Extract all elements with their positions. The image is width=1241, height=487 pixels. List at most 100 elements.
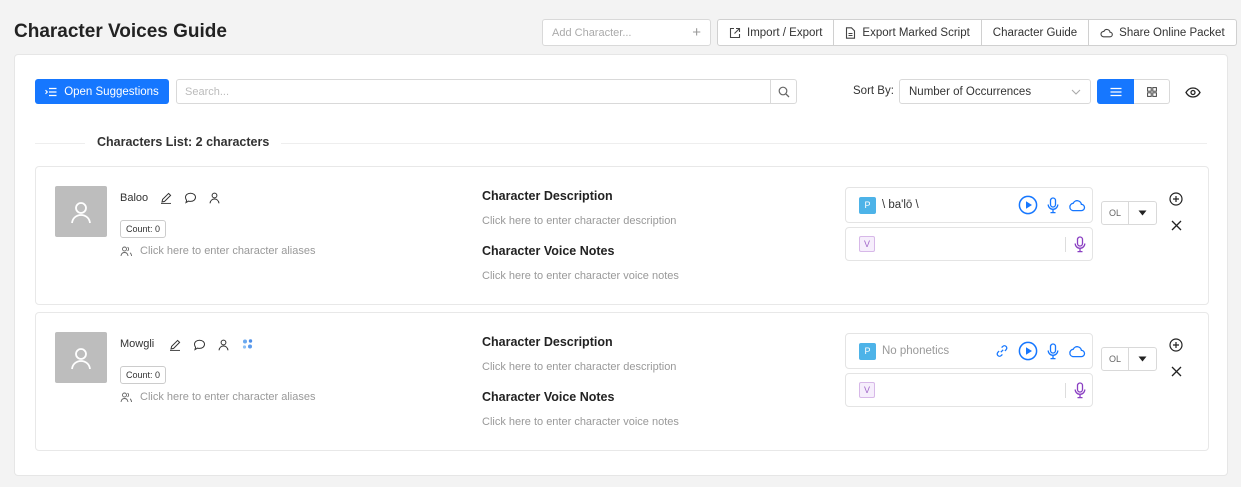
- add-character-input[interactable]: Add Character... +: [542, 19, 711, 46]
- eye-icon: [1185, 86, 1201, 98]
- external-link-icon: [729, 27, 741, 38]
- top-toolbar: Import / Export Export Marked Script Cha…: [717, 19, 1237, 46]
- voice-separator: [1065, 382, 1066, 398]
- add-button[interactable]: [1168, 337, 1184, 353]
- person-icon[interactable]: [209, 192, 220, 204]
- close-icon: [1171, 220, 1181, 230]
- aliases-icon: [120, 392, 133, 402]
- sort-label: Sort By:: [853, 85, 894, 97]
- character-guide-button[interactable]: Character Guide: [982, 20, 1090, 45]
- voice-notes-heading: Character Voice Notes: [482, 244, 615, 258]
- grid-icon: [1146, 86, 1157, 97]
- count-badge: Count: 0: [120, 220, 167, 238]
- remove-button[interactable]: [1168, 363, 1184, 379]
- character-actions: [169, 338, 254, 351]
- aliases-placeholder: Click here to enter character aliases: [140, 245, 316, 257]
- voice-notes-field[interactable]: Click here to enter character voice note…: [482, 270, 679, 282]
- play-icon[interactable]: [1018, 341, 1038, 361]
- description-heading: Character Description: [482, 189, 613, 203]
- ol-label: OL: [1108, 208, 1121, 218]
- voice-notes-heading: Character Voice Notes: [482, 390, 615, 404]
- caret-down-icon: [1138, 210, 1147, 216]
- description-heading: Character Description: [482, 335, 613, 349]
- add-button[interactable]: [1168, 191, 1184, 207]
- voice-notes-field[interactable]: Click here to enter character voice note…: [482, 416, 679, 428]
- voice-sample-row: V: [845, 227, 1093, 261]
- document-icon: [846, 26, 856, 39]
- export-marked-script-button[interactable]: Export Marked Script: [834, 20, 982, 45]
- search-input[interactable]: Search...: [176, 79, 797, 104]
- share-online-packet-label: Share Online Packet: [1119, 26, 1225, 39]
- chat-icon[interactable]: [193, 339, 206, 351]
- ol-label: OL: [1108, 354, 1121, 364]
- microphone-icon[interactable]: [1074, 381, 1086, 399]
- aliases-placeholder: Click here to enter character aliases: [140, 391, 316, 403]
- grid-view-button[interactable]: [1134, 79, 1170, 104]
- phonetics-badge: P: [859, 196, 876, 214]
- cloud-icon[interactable]: [1068, 199, 1086, 212]
- voice-badge: V: [859, 382, 875, 398]
- list-view-button[interactable]: [1097, 79, 1134, 104]
- list-icon: [1110, 87, 1121, 96]
- import-export-label: Import / Export: [747, 26, 823, 39]
- aliases-field[interactable]: Click here to enter character aliases: [120, 391, 315, 403]
- share-online-packet-button[interactable]: Share Online Packet: [1089, 20, 1235, 45]
- search-button[interactable]: [770, 80, 796, 103]
- ol-select[interactable]: OL: [1101, 201, 1157, 225]
- sort-value: Number of Occurrences: [909, 85, 1032, 98]
- phonetics-text[interactable]: No phonetics: [882, 345, 949, 357]
- microphone-icon[interactable]: [1074, 235, 1086, 253]
- microphone-icon[interactable]: [1047, 196, 1059, 214]
- caret-down-icon: [1138, 356, 1147, 362]
- count-badge: Count: 0: [120, 366, 167, 384]
- open-suggestions-label: Open Suggestions: [64, 85, 159, 98]
- import-export-button[interactable]: Import / Export: [718, 20, 835, 45]
- main-panel: Open Suggestions Search... Sort By: Numb…: [14, 54, 1228, 476]
- list-indent-icon: [45, 87, 57, 96]
- person-icon[interactable]: [218, 339, 229, 351]
- character-actions: [160, 192, 220, 204]
- cloud-icon[interactable]: [1068, 345, 1086, 358]
- ol-dropdown-button[interactable]: [1128, 348, 1156, 370]
- phonetics-row: P No phonetics: [845, 333, 1093, 369]
- plus-icon[interactable]: +: [692, 25, 701, 40]
- export-marked-script-label: Export Marked Script: [862, 26, 970, 39]
- sparkle-icon[interactable]: [241, 338, 254, 351]
- ol-select[interactable]: OL: [1101, 347, 1157, 371]
- visibility-toggle[interactable]: [1183, 82, 1203, 102]
- search-placeholder: Search...: [185, 85, 230, 98]
- avatar[interactable]: [55, 186, 107, 237]
- open-suggestions-button[interactable]: Open Suggestions: [35, 79, 169, 104]
- sort-select[interactable]: Number of Occurrences: [899, 79, 1091, 104]
- page-title: Character Voices Guide: [14, 21, 227, 42]
- voice-sample-row: V: [845, 373, 1093, 407]
- remove-button[interactable]: [1168, 217, 1184, 233]
- phonetics-text[interactable]: \ ba'lō \: [882, 199, 919, 211]
- ol-dropdown-button[interactable]: [1128, 202, 1156, 224]
- phonetics-row: P \ ba'lō \: [845, 187, 1093, 223]
- user-icon: [71, 201, 91, 223]
- phonetics-badge: P: [859, 342, 876, 360]
- cloud-icon: [1100, 28, 1114, 37]
- voice-separator: [1065, 236, 1066, 252]
- close-icon: [1171, 366, 1181, 376]
- character-name[interactable]: Baloo: [120, 192, 148, 204]
- characters-list-label: Characters List: 2 characters: [85, 135, 282, 149]
- character-card: Baloo Count: 0 Click here to enter chara…: [35, 166, 1209, 305]
- character-name[interactable]: Mowgli: [120, 338, 154, 350]
- chat-icon[interactable]: [184, 192, 197, 204]
- play-icon[interactable]: [1018, 195, 1038, 215]
- plus-circle-icon: [1169, 338, 1183, 352]
- description-field[interactable]: Click here to enter character descriptio…: [482, 361, 676, 373]
- edit-icon[interactable]: [160, 192, 172, 204]
- search-icon: [778, 86, 789, 97]
- link-icon[interactable]: [995, 344, 1009, 358]
- avatar[interactable]: [55, 332, 107, 383]
- aliases-field[interactable]: Click here to enter character aliases: [120, 245, 315, 257]
- edit-icon[interactable]: [169, 339, 181, 351]
- character-guide-label: Character Guide: [992, 26, 1078, 39]
- character-card: Mowgli Count: 0 Click here to enter char…: [35, 312, 1209, 451]
- microphone-icon[interactable]: [1047, 342, 1059, 360]
- description-field[interactable]: Click here to enter character descriptio…: [482, 215, 676, 227]
- plus-circle-icon: [1169, 192, 1183, 206]
